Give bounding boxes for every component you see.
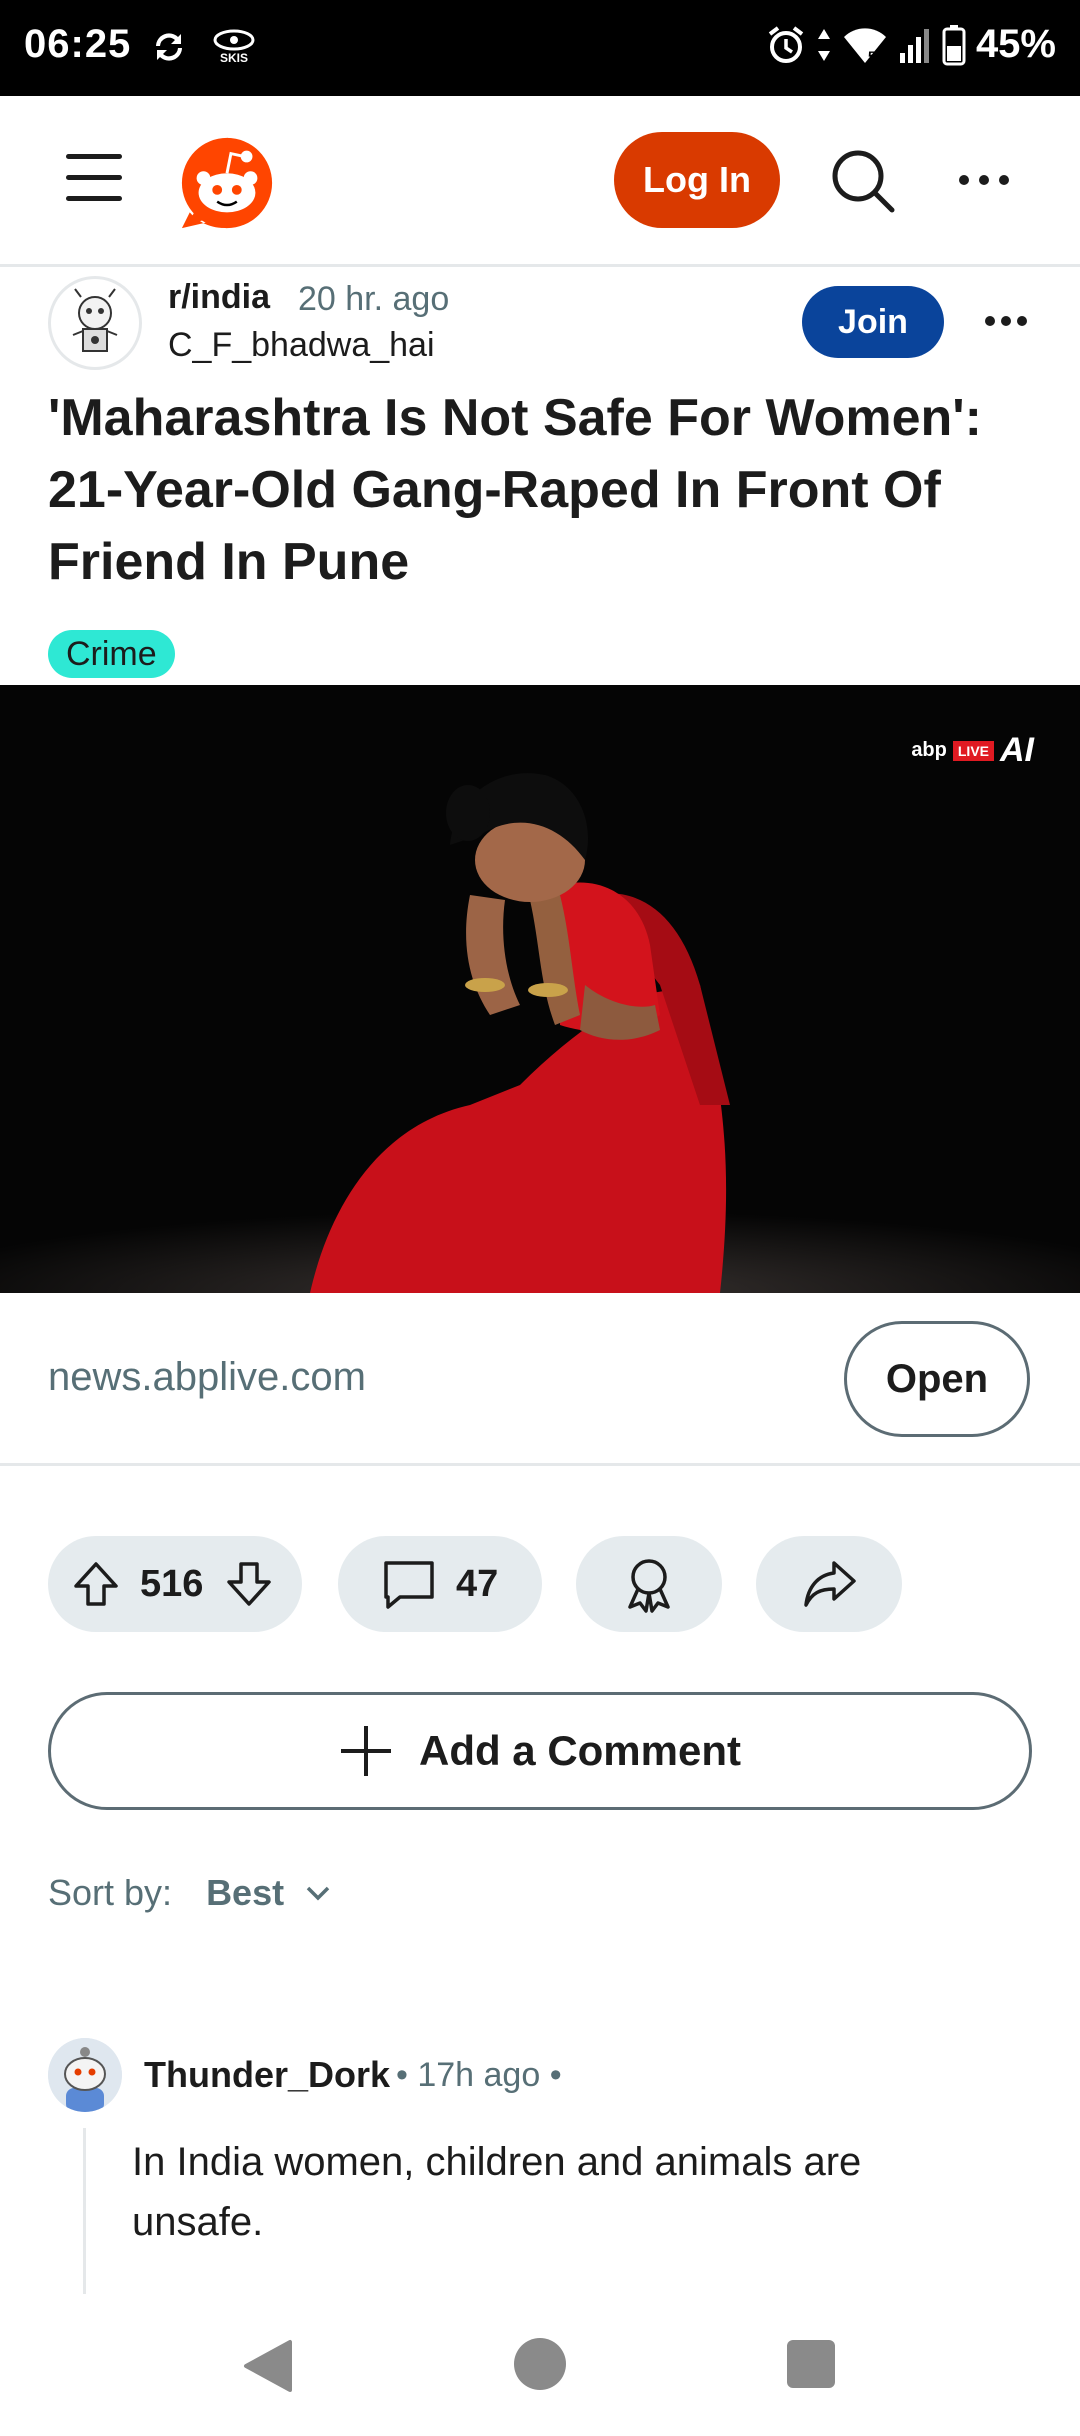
upvote-icon[interactable]	[70, 1558, 122, 1610]
sort-label: Sort by:	[48, 1872, 173, 1913]
comment-timestamp: • 17h ago •	[396, 2056, 562, 2094]
post-more-icon[interactable]	[984, 312, 1028, 330]
commenter-avatar[interactable]	[48, 2038, 122, 2112]
award-icon	[628, 1559, 670, 1613]
award-pill[interactable]	[576, 1536, 722, 1632]
comment-thread-line[interactable]	[83, 2128, 86, 2294]
status-bar: 06:25 SKIS 5 45%	[0, 0, 1080, 96]
subreddit-avatar[interactable]	[48, 276, 142, 370]
comment-body: In India women, children and animals are…	[132, 2140, 862, 2244]
watermark-live: LIVE	[952, 740, 994, 761]
chevron-down-icon[interactable]	[302, 1877, 334, 1909]
post-timestamp: 20 hr. ago	[298, 280, 450, 318]
skis-app-icon: SKIS	[212, 29, 256, 65]
wifi-icon: 5	[843, 27, 886, 64]
comments-pill[interactable]: 47	[338, 1536, 542, 1632]
skis-label: SKIS	[219, 51, 248, 65]
sort-control[interactable]: Sort by: Best	[48, 1872, 334, 1914]
subreddit-avatar-image	[72, 288, 118, 352]
woman-in-red-saree-illustration	[0, 685, 1080, 1293]
add-comment-button[interactable]: Add a Comment	[48, 1692, 1032, 1810]
share-pill[interactable]	[756, 1536, 902, 1632]
app-header: Log In	[0, 96, 1080, 267]
join-button[interactable]: Join	[802, 286, 944, 358]
add-comment-label: Add a Comment	[418, 1727, 741, 1774]
battery-icon	[942, 24, 966, 65]
home-icon[interactable]	[514, 2338, 566, 2390]
image-watermark: abp LIVE AI	[911, 731, 1034, 770]
watermark-brand: abp	[911, 739, 947, 761]
post-author[interactable]: C_F_bhadwa_hai	[168, 326, 435, 365]
svg-text:5: 5	[868, 48, 876, 64]
search-icon[interactable]	[830, 148, 896, 214]
vote-count: 516	[140, 1562, 204, 1605]
comment-icon	[384, 1561, 434, 1609]
link-preview-row[interactable]: news.abplive.com Open	[0, 1293, 1080, 1466]
menu-icon[interactable]	[66, 154, 122, 202]
post-flair[interactable]: Crime	[48, 630, 175, 678]
back-icon[interactable]	[240, 2338, 296, 2394]
link-domain[interactable]: news.abplive.com	[48, 1355, 366, 1400]
comment-username[interactable]: Thunder_Dork	[144, 2054, 390, 2096]
downvote-icon[interactable]	[223, 1558, 275, 1610]
subreddit-name[interactable]: r/india	[168, 278, 270, 317]
watermark-ai: AI	[1000, 731, 1034, 769]
system-nav-bar	[0, 2294, 1080, 2436]
login-button[interactable]: Log In	[614, 132, 780, 228]
sort-value[interactable]: Best	[206, 1872, 284, 1914]
recents-icon[interactable]	[787, 2340, 835, 2388]
reddit-logo[interactable]	[178, 134, 276, 232]
data-arrows-icon	[817, 28, 830, 61]
clock: 06:25	[24, 22, 132, 66]
share-icon	[804, 1561, 856, 1607]
battery-percent: 45%	[975, 22, 1056, 66]
sync-icon	[156, 33, 182, 61]
post-image[interactable]: abp LIVE AI	[0, 685, 1080, 1293]
vote-pill: 516	[48, 1536, 302, 1632]
post-title[interactable]: 'Maharashtra Is Not Safe For Women': 21-…	[48, 382, 1038, 598]
comment-count: 47	[456, 1562, 499, 1605]
alarm-icon	[768, 25, 804, 63]
commenter-avatar-image	[48, 2038, 122, 2112]
plus-icon	[340, 1726, 391, 1776]
open-link-button[interactable]: Open	[844, 1321, 1030, 1437]
more-options-icon[interactable]	[958, 170, 1010, 190]
signal-icon	[899, 28, 929, 63]
